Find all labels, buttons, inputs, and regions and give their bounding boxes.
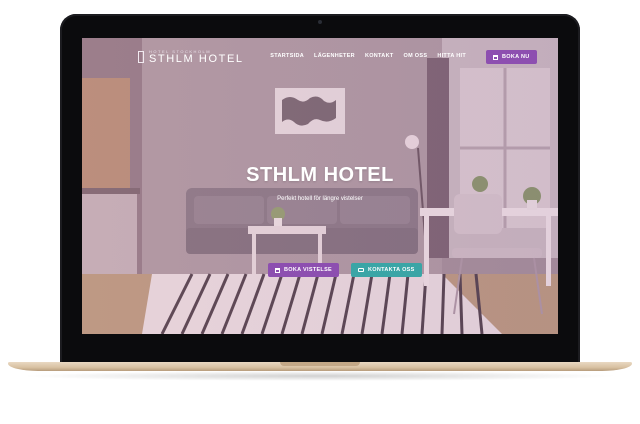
- site-logo[interactable]: HOTEL STOCKHOLM STHLM HOTEL: [138, 49, 244, 65]
- book-now-label: BOKA NU: [502, 54, 530, 60]
- nav-links: STARTSIDA LÄGENHETER KONTAKT OM OSS HITT…: [270, 53, 466, 59]
- calendar-icon: [275, 267, 280, 273]
- nav-item-hitta-hit[interactable]: HITTA HIT: [437, 53, 466, 59]
- hero-title: STHLM HOTEL: [246, 164, 394, 186]
- site-navbar: HOTEL STOCKHOLM STHLM HOTEL STARTSIDA LÄ…: [82, 38, 558, 74]
- book-stay-label: BOKA VISTELSE: [284, 267, 333, 273]
- website-screen: HOTEL STOCKHOLM STHLM HOTEL STARTSIDA LÄ…: [82, 38, 558, 334]
- laptop-shadow: [20, 371, 620, 381]
- book-now-button[interactable]: BOKA NU: [486, 50, 537, 64]
- nav-item-lagenheter[interactable]: LÄGENHETER: [314, 53, 355, 59]
- logo-title: STHLM HOTEL: [149, 53, 244, 65]
- calendar-icon: [493, 54, 498, 60]
- nav-item-kontakt[interactable]: KONTAKT: [365, 53, 394, 59]
- chat-icon: [358, 268, 365, 272]
- logo-text-group: HOTEL STOCKHOLM STHLM HOTEL: [149, 49, 244, 65]
- nav-item-startsida[interactable]: STARTSIDA: [270, 53, 304, 59]
- contact-us-button[interactable]: KONTAKTA OSS: [351, 263, 422, 277]
- hero-subtitle: Perfekt hotell för längre vistelser: [277, 196, 363, 202]
- laptop-notch: [280, 362, 360, 366]
- nav-item-om-oss[interactable]: OM OSS: [404, 53, 428, 59]
- contact-us-label: KONTAKTA OSS: [368, 267, 415, 273]
- logo-mark-icon: [138, 51, 144, 63]
- camera-icon: [318, 20, 322, 24]
- hero-buttons: BOKA VISTELSE KONTAKTA OSS: [268, 263, 422, 277]
- book-stay-button[interactable]: BOKA VISTELSE: [268, 263, 340, 277]
